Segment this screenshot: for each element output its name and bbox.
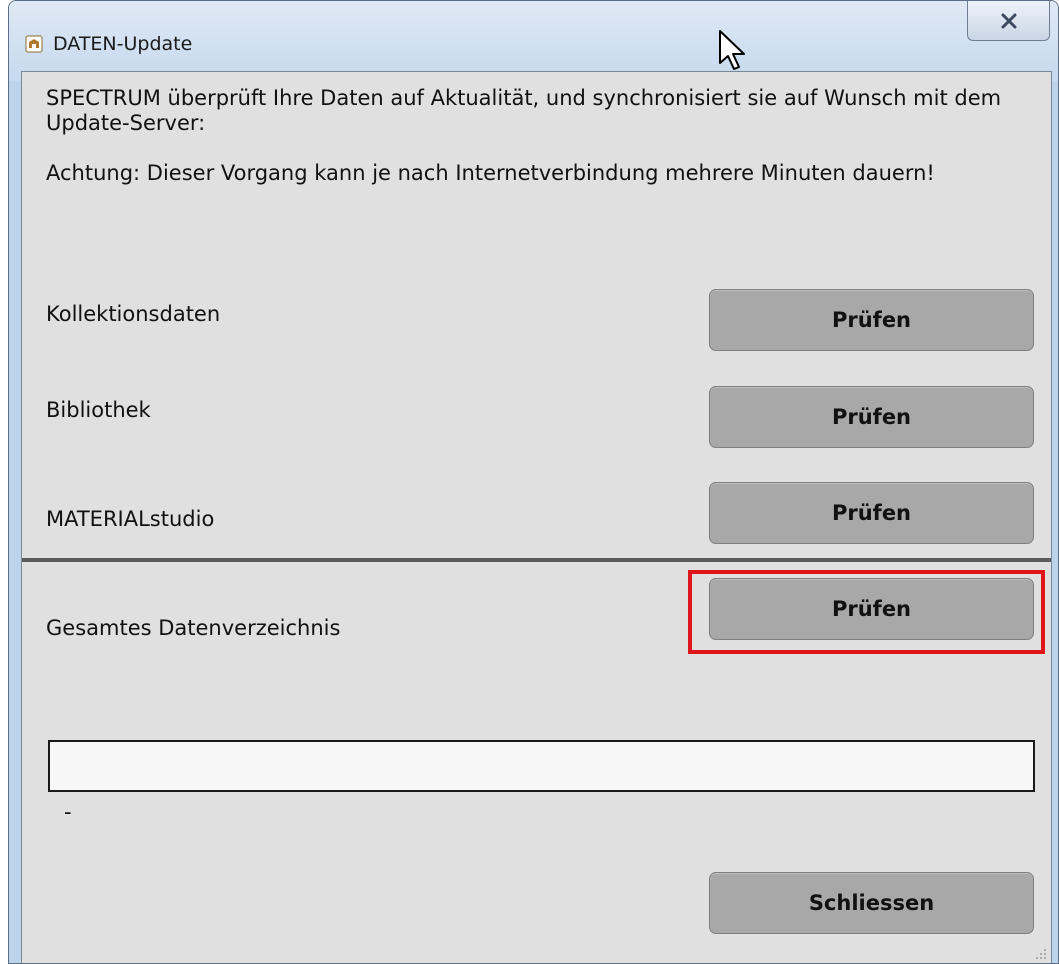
close-button[interactable]: Schliessen: [709, 872, 1034, 934]
intro-description: SPECTRUM überprüft Ihre Daten auf Aktual…: [46, 86, 1002, 135]
progress-bar: [48, 740, 1035, 792]
resize-grip-icon[interactable]: [1033, 946, 1047, 960]
check-bibliothek-button[interactable]: Prüfen: [709, 386, 1034, 448]
row-label-kollektionsdaten: Kollektionsdaten: [46, 302, 221, 326]
intro-text: SPECTRUM überprüft Ihre Daten auf Aktual…: [46, 86, 1036, 186]
intro-warning: Achtung: Dieser Vorgang kann je nach Int…: [46, 161, 935, 185]
mouse-cursor-icon: [719, 30, 745, 70]
app-emblem-icon: [25, 35, 43, 53]
close-x-icon: [1001, 13, 1016, 28]
progress-status: -: [64, 800, 72, 824]
check-kollektionsdaten-button[interactable]: Prüfen: [709, 289, 1034, 351]
row-label-materialstudio: MATERIALstudio: [46, 507, 215, 531]
dialog-window: DATEN-Update SPECTRUM überprüft Ihre Dat…: [8, 0, 1059, 964]
close-window-button[interactable]: [967, 1, 1050, 41]
row-label-gesamtes-datenverzeichnis: Gesamtes Datenverzeichnis: [46, 616, 341, 640]
highlight-box: [688, 570, 1045, 654]
section-divider: [22, 558, 1051, 562]
title-bar[interactable]: DATEN-Update: [9, 1, 1058, 81]
row-label-bibliothek: Bibliothek: [46, 398, 151, 422]
dialog-content: SPECTRUM überprüft Ihre Daten auf Aktual…: [21, 71, 1052, 963]
window-title: DATEN-Update: [53, 33, 193, 55]
check-materialstudio-button[interactable]: Prüfen: [709, 482, 1034, 544]
